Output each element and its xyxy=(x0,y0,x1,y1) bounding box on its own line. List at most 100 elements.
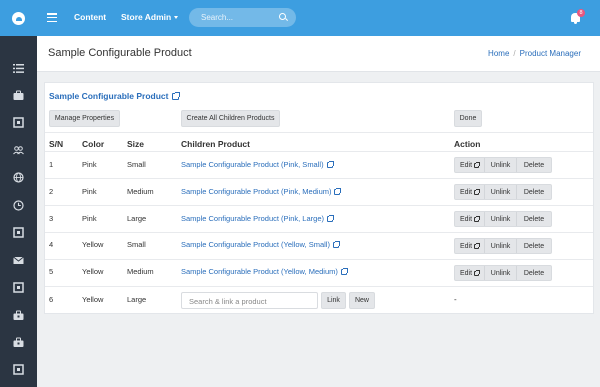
unlink-button[interactable]: Unlink xyxy=(485,185,517,199)
briefcase-icon[interactable] xyxy=(13,90,24,101)
row-size: Medium xyxy=(127,267,154,276)
puzzle-icon[interactable] xyxy=(13,364,24,375)
divider xyxy=(45,232,593,233)
done-button[interactable]: Done xyxy=(454,110,482,127)
toolbox-icon[interactable] xyxy=(13,337,24,348)
edit-button[interactable]: Edit xyxy=(455,158,485,172)
puzzle-icon[interactable] xyxy=(13,227,24,238)
row-size: Medium xyxy=(127,187,154,196)
unlink-button[interactable]: Unlink xyxy=(485,266,517,280)
divider xyxy=(45,178,593,179)
divider xyxy=(45,132,593,133)
app-logo[interactable] xyxy=(0,0,37,36)
child-product-link[interactable]: Sample Configurable Product (Pink, Large… xyxy=(181,214,334,223)
external-link-icon xyxy=(327,214,334,222)
child-product-link[interactable]: Sample Configurable Product (Pink, Small… xyxy=(181,160,334,169)
row-sn: 6 xyxy=(49,295,54,304)
users-icon[interactable] xyxy=(13,145,24,156)
external-link-icon xyxy=(171,91,180,100)
child-product-label: Sample Configurable Product (Yellow, Sma… xyxy=(181,240,330,249)
external-link-icon xyxy=(334,187,342,195)
column-header-action: Action xyxy=(454,139,481,149)
product-link[interactable]: Sample Configurable Product xyxy=(49,91,180,101)
search-icon[interactable] xyxy=(279,13,286,20)
row-sn: 4 xyxy=(49,240,54,249)
unlink-button[interactable]: Unlink xyxy=(485,158,517,172)
row-sn: 5 xyxy=(49,267,54,276)
row-sn: 1 xyxy=(49,160,54,169)
logo-icon xyxy=(12,11,25,25)
breadcrumb-product-manager[interactable]: Product Manager xyxy=(520,49,581,58)
row-color: Pink xyxy=(82,214,97,223)
external-link-icon xyxy=(474,188,481,195)
list-icon[interactable] xyxy=(13,63,24,74)
nav-content[interactable]: Content xyxy=(74,12,106,22)
delete-button[interactable]: Delete xyxy=(517,185,551,199)
row-color: Pink xyxy=(82,187,97,196)
delete-button[interactable]: Delete xyxy=(517,266,551,280)
external-link-icon xyxy=(340,267,348,275)
edit-label: Edit xyxy=(459,269,473,277)
divider xyxy=(45,286,593,287)
external-link-icon xyxy=(474,215,481,222)
edit-button[interactable]: Edit xyxy=(455,266,485,280)
row-actions: Edit Unlink Delete xyxy=(454,157,552,173)
link-button[interactable]: Link xyxy=(321,292,346,309)
breadcrumb-home[interactable]: Home xyxy=(488,49,509,58)
unlink-button[interactable]: Unlink xyxy=(485,212,517,226)
row-sn: 2 xyxy=(49,187,54,196)
search-placeholder: Search... xyxy=(201,13,234,22)
menu-icon[interactable] xyxy=(47,13,57,22)
row-color: Yellow xyxy=(82,267,104,276)
row-actions: Edit Unlink Delete xyxy=(454,265,552,281)
delete-button[interactable]: Delete xyxy=(517,239,551,253)
delete-button[interactable]: Delete xyxy=(517,158,551,172)
nav-store-admin[interactable]: Store Admin xyxy=(121,12,179,22)
new-button[interactable]: New xyxy=(349,292,375,309)
child-product-label: Sample Configurable Product (Pink, Small… xyxy=(181,160,324,169)
edit-button[interactable]: Edit xyxy=(455,212,485,226)
edit-button[interactable]: Edit xyxy=(455,239,485,253)
row-size: Small xyxy=(127,160,146,169)
child-product-link[interactable]: Sample Configurable Product (Yellow, Med… xyxy=(181,267,348,276)
child-product-label: Sample Configurable Product (Pink, Large… xyxy=(181,214,324,223)
edit-label: Edit xyxy=(459,188,473,196)
manage-properties-button[interactable]: Manage Properties xyxy=(49,110,120,127)
external-link-icon xyxy=(474,269,481,276)
link-product-search-input[interactable]: Search & link a product xyxy=(181,292,318,309)
nav-store-admin-label: Store Admin xyxy=(121,12,172,22)
row-color: Pink xyxy=(82,160,97,169)
row-actions: Edit Unlink Delete xyxy=(454,211,552,227)
child-product-label: Sample Configurable Product (Yellow, Med… xyxy=(181,267,338,276)
link-product-placeholder: Search & link a product xyxy=(189,297,267,306)
globe-icon[interactable] xyxy=(13,172,24,183)
child-product-link[interactable]: Sample Configurable Product (Yellow, Sma… xyxy=(181,240,340,249)
external-link-icon xyxy=(474,242,481,249)
row-actions: Edit Unlink Delete xyxy=(454,184,552,200)
puzzle-icon[interactable] xyxy=(13,117,24,128)
top-bar: Content Store Admin Search... 8 xyxy=(0,0,600,36)
column-header-size: Size xyxy=(127,139,145,149)
mail-icon[interactable] xyxy=(13,255,24,266)
puzzle-icon[interactable] xyxy=(13,282,24,293)
external-link-icon xyxy=(332,240,340,248)
edit-label: Edit xyxy=(459,161,473,169)
unlink-button[interactable]: Unlink xyxy=(485,239,517,253)
delete-button[interactable]: Delete xyxy=(517,212,551,226)
page-header: Sample Configurable Product Home / Produ… xyxy=(37,36,600,72)
search-input[interactable]: Search... xyxy=(189,8,296,27)
create-children-button[interactable]: Create All Children Products xyxy=(181,110,280,127)
edit-button[interactable]: Edit xyxy=(455,185,485,199)
row-color: Yellow xyxy=(82,240,104,249)
breadcrumb-separator: / xyxy=(513,49,516,58)
column-header-children-product: Children Product xyxy=(181,139,250,149)
edit-label: Edit xyxy=(459,215,473,223)
toolbox-icon[interactable] xyxy=(13,310,24,321)
clock-icon[interactable] xyxy=(13,200,24,211)
external-link-icon xyxy=(326,160,334,168)
external-link-icon xyxy=(474,161,481,168)
child-product-link[interactable]: Sample Configurable Product (Pink, Mediu… xyxy=(181,187,342,196)
divider xyxy=(45,205,593,206)
row-actions: Edit Unlink Delete xyxy=(454,238,552,254)
divider xyxy=(45,259,593,260)
